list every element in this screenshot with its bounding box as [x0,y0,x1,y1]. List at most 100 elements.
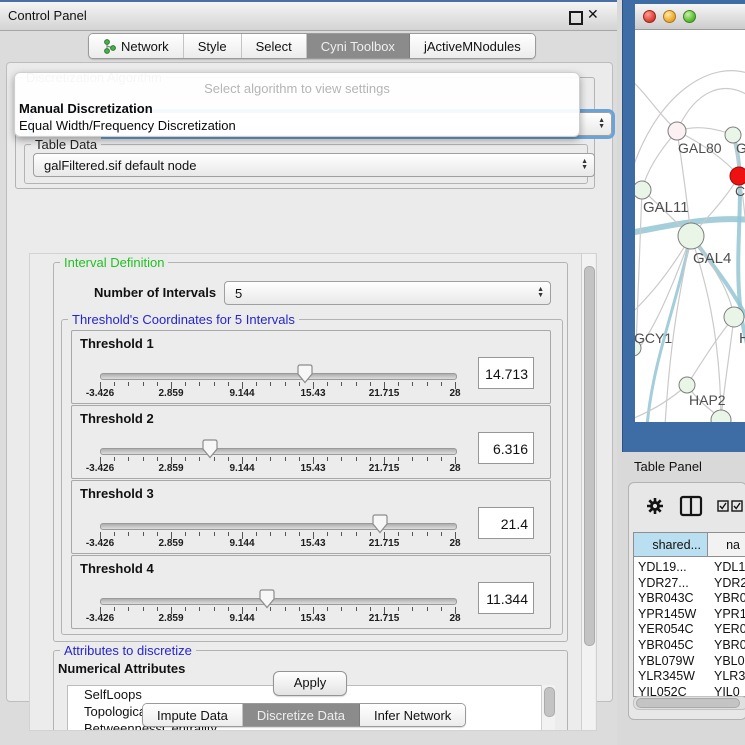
split-columns-icon[interactable] [679,495,703,517]
table-hscrollbar[interactable] [633,696,745,710]
table-cell[interactable]: YDR27... [638,576,689,590]
slider-tick [327,457,328,461]
control-panel-titlebar: Control Panel ✕ [0,0,617,31]
tab-network[interactable]: Network [89,34,184,58]
tab-style[interactable]: Style [184,34,242,58]
slider-tick [441,382,442,386]
checkboxes-icon[interactable] [717,500,743,512]
slider-tick [398,532,399,536]
threshold-value-field[interactable]: 14.713 [478,357,534,389]
algorithm-option[interactable]: Manual Discretization [19,101,153,116]
slider-scale-label: 9.144 [214,613,270,624]
slider-thumb[interactable] [259,589,275,609]
slider-thumb[interactable] [297,364,313,384]
apply-button[interactable]: Apply [273,671,347,696]
close-light-icon[interactable] [643,10,656,23]
table-cell[interactable]: YLR345W [638,669,695,683]
table-cell[interactable]: YBR0 [714,591,745,605]
table-cell[interactable]: YBR0 [714,638,745,652]
combo-stepper-icon[interactable]: ▲▼ [537,282,544,304]
network-edge[interactable] [635,82,677,131]
slider-track[interactable] [100,523,457,530]
close-icon[interactable]: ✕ [587,6,599,23]
tab-infer-network[interactable]: Infer Network [360,704,465,726]
table-cell[interactable]: YDL19... [638,560,687,574]
table-cell[interactable]: YBL079W [638,654,694,668]
slider-scale-label: 9.144 [214,538,270,549]
table-data-combobox[interactable]: galFiltered.sif default node ▲▼ [33,153,595,177]
network-node[interactable] [724,307,744,327]
network-node[interactable] [668,122,686,140]
slider-tick [341,457,342,461]
settings-gear-icon[interactable] [645,496,665,516]
network-edge[interactable] [635,71,745,180]
table-column-header[interactable]: na [708,533,745,557]
network-edge[interactable] [677,89,745,131]
slider-track[interactable] [100,598,457,605]
number-of-intervals-combobox[interactable]: 5 ▲▼ [224,281,551,305]
slider-track[interactable] [100,448,457,455]
slider-scale-label: 2.859 [143,388,199,399]
tab-jactivemnodules[interactable]: jActiveMNodules [410,34,535,58]
zoom-light-icon[interactable] [683,10,696,23]
slider-track[interactable] [100,373,457,380]
network-edge[interactable] [647,236,691,422]
settings-scrollbar[interactable] [581,254,595,730]
table-cell[interactable]: YER054C [638,622,694,636]
network-edge[interactable] [636,190,642,348]
combo-stepper-icon[interactable]: ▲▼ [598,113,605,135]
slider-tick [370,532,371,536]
algorithm-option[interactable]: Equal Width/Frequency Discretization [19,118,236,133]
table-cell[interactable]: YPR1 [714,607,745,621]
attributes-scrollbar-thumb[interactable] [544,687,555,717]
network-edge[interactable] [691,236,734,317]
table-cell[interactable]: YBL0 [714,654,745,668]
network-edge[interactable] [635,385,687,420]
table-hscrollbar-thumb[interactable] [636,698,740,708]
table-column-header[interactable]: shared... [634,533,708,557]
slider-tick [327,532,328,536]
tab-label: Select [256,39,292,54]
slider-thumb[interactable] [202,439,218,459]
tab-discretize-data[interactable]: Discretize Data [243,704,360,726]
settings-scrollbar-thumb[interactable] [584,266,595,646]
slider-tick [185,382,186,386]
slider-tick [143,382,144,386]
slider-tick [285,607,286,611]
threshold-value-field[interactable]: 6.316 [478,432,534,464]
minimize-light-icon[interactable] [663,10,676,23]
table-cell[interactable]: YBR043C [638,591,694,605]
table-panel-toolbar [629,483,745,529]
slider-tick [398,457,399,461]
network-node[interactable] [678,223,704,249]
slider-tick [441,532,442,536]
table-cell[interactable]: YDL1 [714,560,745,574]
threshold-panel: Threshold 3-3.4262.8599.14415.4321.71528… [71,480,551,554]
combo-stepper-icon[interactable]: ▲▼ [581,154,588,176]
network-edge[interactable] [665,236,691,422]
table-cell[interactable]: YDR2 [714,576,745,590]
table-cell[interactable]: YBR045C [638,638,694,652]
tab-cyni-toolbox[interactable]: Cyni Toolbox [307,34,410,58]
tab-impute-data[interactable]: Impute Data [143,704,243,726]
network-node[interactable] [679,377,695,393]
table-cell[interactable]: YLR3 [714,669,745,683]
network-graph: GAL80GACGAL11GAL4GCY1HHAP2 [635,30,745,422]
threshold-value-field[interactable]: 21.4 [478,507,534,539]
table-cell[interactable]: YPR145W [638,607,696,621]
attributes-scrollbar[interactable] [541,685,555,731]
slider-scale-label: 21.715 [356,463,412,474]
table-panel-title: Table Panel [634,459,702,474]
network-edge[interactable] [642,131,677,190]
table-cell[interactable]: YER0 [714,622,745,636]
network-node[interactable] [711,410,731,422]
network-canvas[interactable]: GAL80GACGAL11GAL4GCY1HHAP2 [635,30,745,422]
threshold-value-field[interactable]: 11.344 [478,582,534,614]
threshold-panel: Threshold 1-3.4262.8599.14415.4321.71528… [71,330,551,404]
slider-thumb[interactable] [372,514,388,534]
network-node-label: GAL11 [643,199,689,216]
float-window-icon[interactable] [569,11,583,25]
node-table[interactable]: shared...na YDL19... YDL1 YDR27... YDR2 YBR04… [633,532,745,697]
network-node[interactable] [635,181,651,199]
tab-select[interactable]: Select [242,34,307,58]
